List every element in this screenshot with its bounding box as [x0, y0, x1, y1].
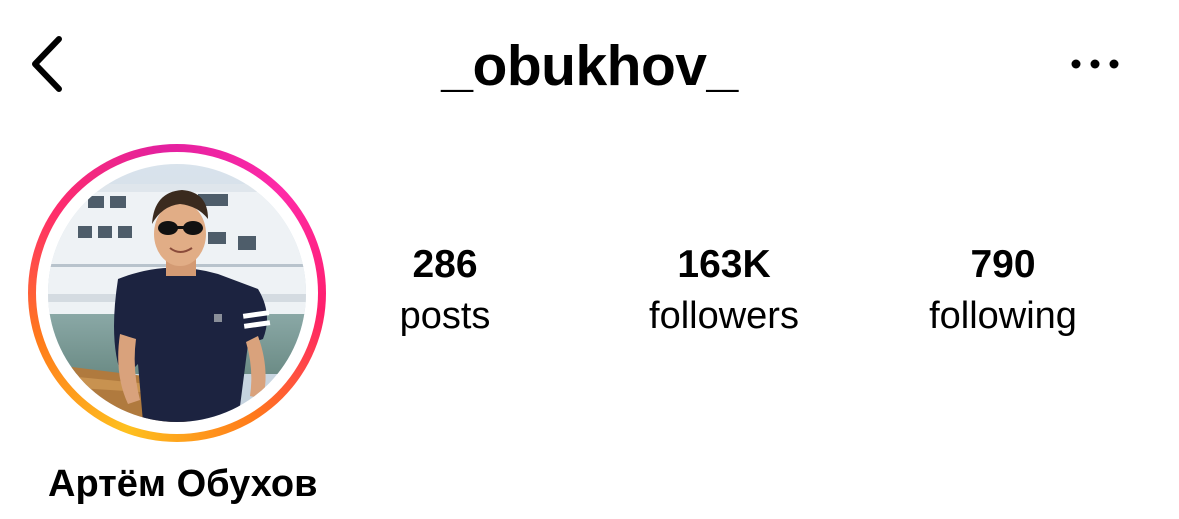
profile-full-name: Артём Обухов — [48, 463, 318, 505]
avatar — [48, 164, 306, 422]
stat-following[interactable]: 790 following — [883, 240, 1123, 342]
stat-followers[interactable]: 163K followers — [604, 240, 844, 342]
followers-label: followers — [649, 295, 799, 337]
followers-count: 163K — [677, 243, 771, 286]
ellipsis-horizontal-icon — [1070, 57, 1120, 75]
stat-posts[interactable]: 286 posts — [325, 240, 565, 342]
following-count: 790 — [970, 243, 1036, 286]
story-ring[interactable] — [28, 144, 326, 442]
posts-label: posts — [399, 295, 491, 337]
posts-count: 286 — [412, 243, 478, 286]
avatar-container — [36, 152, 318, 434]
more-options-button[interactable] — [1062, 44, 1128, 88]
following-label: following — [929, 295, 1077, 337]
profile-username: _obukhov_ — [441, 34, 738, 98]
